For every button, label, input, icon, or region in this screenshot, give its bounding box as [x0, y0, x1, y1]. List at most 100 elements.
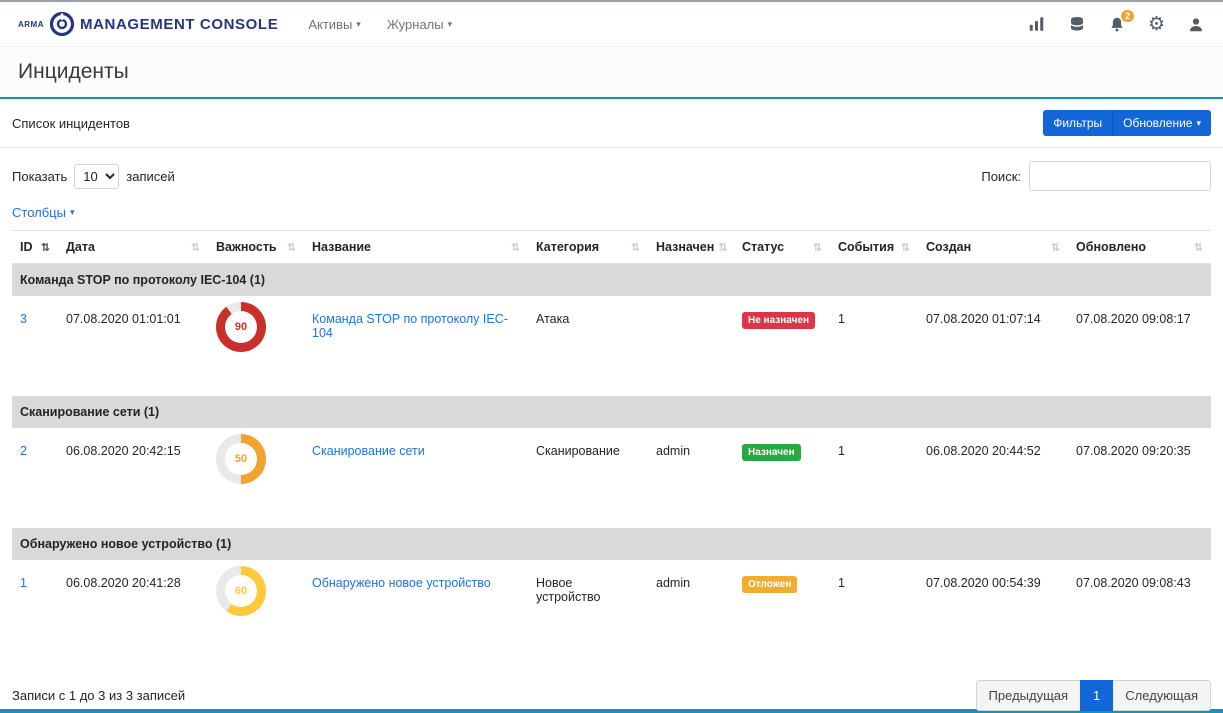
search-input[interactable] — [1029, 161, 1211, 191]
top-navbar: ARMA MANAGEMENT CONSOLE Активы ▾ Журналы… — [0, 2, 1223, 46]
search-label: Поиск: — [981, 169, 1021, 184]
column-header-status[interactable]: Статус⇅ — [734, 231, 830, 264]
severity-donut: 50 — [216, 434, 266, 484]
column-header-created[interactable]: Создан⇅ — [918, 231, 1068, 264]
nav-menu-assets-label: Активы — [308, 17, 352, 32]
sort-icon[interactable]: ⇅ — [1051, 241, 1060, 254]
sort-icon[interactable]: ⇅ — [41, 241, 50, 254]
sort-icon[interactable]: ⇅ — [1194, 241, 1203, 254]
table-row: 1 06.08.2020 20:41:28 60 Обнаружено ново… — [12, 560, 1211, 660]
refresh-dropdown-button[interactable]: Обновление ▾ — [1112, 110, 1211, 136]
incident-assignee: admin — [648, 560, 734, 660]
filters-button-label: Фильтры — [1053, 116, 1102, 130]
severity-donut: 60 — [216, 566, 266, 616]
column-header-date[interactable]: Дата⇅ — [58, 231, 208, 264]
sort-icon[interactable]: ⇅ — [511, 241, 520, 254]
status-badge: Не назначен — [742, 312, 815, 329]
column-header-severity[interactable]: Важность⇅ — [208, 231, 304, 264]
table-header-row: ID⇅ Дата⇅ Важность⇅ Название⇅ Категория⇅… — [12, 231, 1211, 264]
sort-icon[interactable]: ⇅ — [287, 241, 296, 254]
brand-title: MANAGEMENT CONSOLE — [80, 16, 278, 33]
database-icon[interactable] — [1068, 15, 1086, 34]
column-header-name[interactable]: Название⇅ — [304, 231, 528, 264]
group-title: Сканирование сети (1) — [12, 396, 1211, 428]
nav-menu-assets[interactable]: Активы ▾ — [308, 17, 361, 32]
arma-swirl-icon — [49, 11, 75, 37]
incident-name-link[interactable]: Обнаружено новое устройство — [312, 576, 491, 590]
column-header-assignee[interactable]: Назначен⇅ — [648, 231, 734, 264]
nav-menu-journals[interactable]: Журналы ▾ — [387, 17, 452, 32]
incident-updated: 07.08.2020 09:08:43 — [1068, 560, 1211, 660]
page-title: Инциденты — [18, 60, 1205, 84]
records-info: Записи с 1 до 3 из 3 записей — [12, 688, 185, 703]
search-control: Поиск: — [981, 161, 1211, 191]
incident-assignee — [648, 296, 734, 396]
columns-button-label: Столбцы — [12, 205, 66, 220]
nav-menus: Активы ▾ Журналы ▾ — [308, 17, 452, 32]
status-badge: Назначен — [742, 444, 801, 461]
incident-events-count: 1 — [830, 560, 918, 660]
chevron-down-icon: ▾ — [1196, 118, 1201, 129]
page-length-control: Показать 10 записей — [12, 164, 175, 189]
settings-gear-icon[interactable]: ⚙ — [1148, 15, 1165, 34]
navbar-icons: 2 ⚙ — [1027, 15, 1205, 34]
sort-icon[interactable]: ⇅ — [191, 241, 200, 254]
user-profile-icon[interactable] — [1187, 15, 1205, 34]
sort-icon[interactable]: ⇅ — [901, 241, 910, 254]
incident-date: 07.08.2020 01:01:01 — [58, 296, 208, 396]
group-header-row: Обнаружено новое устройство (1) — [12, 528, 1211, 560]
table-row: 3 07.08.2020 01:01:01 90 Команда STOP по… — [12, 296, 1211, 396]
sort-icon[interactable]: ⇅ — [718, 241, 727, 254]
group-title: Обнаружено новое устройство (1) — [12, 528, 1211, 560]
page-length-select[interactable]: 10 — [74, 164, 119, 189]
pagination-next-button[interactable]: Следующая — [1112, 680, 1211, 711]
incidents-table: ID⇅ Дата⇅ Важность⇅ Название⇅ Категория⇅… — [12, 230, 1211, 660]
columns-row: Столбцы ▾ — [0, 195, 1223, 230]
incident-id-link[interactable]: 1 — [20, 576, 27, 590]
incident-name-link[interactable]: Сканирование сети — [312, 444, 425, 458]
incident-updated: 07.08.2020 09:08:17 — [1068, 296, 1211, 396]
notification-count-badge: 2 — [1121, 10, 1134, 23]
chevron-down-icon: ▾ — [448, 19, 453, 30]
severity-donut: 90 — [216, 302, 266, 352]
brand-logo[interactable]: ARMA MANAGEMENT CONSOLE — [18, 11, 278, 37]
incident-assignee: admin — [648, 428, 734, 528]
incident-updated: 07.08.2020 09:20:35 — [1068, 428, 1211, 528]
chevron-down-icon: ▾ — [356, 19, 361, 30]
table-footer: Записи с 1 до 3 из 3 записей Предыдущая … — [0, 660, 1223, 713]
group-header-row: Сканирование сети (1) — [12, 396, 1211, 428]
card-header: Список инцидентов Фильтры Обновление ▾ — [0, 99, 1223, 148]
filters-button[interactable]: Фильтры — [1043, 110, 1112, 136]
show-label: Показать — [12, 169, 67, 184]
notifications-bell-icon[interactable]: 2 — [1108, 15, 1126, 34]
chevron-down-icon: ▾ — [70, 207, 75, 218]
card-title: Список инцидентов — [12, 116, 130, 131]
arma-logo-text: ARMA — [18, 20, 44, 29]
pagination-page-1-button[interactable]: 1 — [1080, 680, 1113, 711]
group-title: Команда STOP по протоколу IEC-104 (1) — [12, 264, 1211, 297]
refresh-button-label: Обновление — [1123, 116, 1192, 130]
incident-id-link[interactable]: 3 — [20, 312, 27, 326]
incident-id-link[interactable]: 2 — [20, 444, 27, 458]
pagination: Предыдущая 1 Следующая — [977, 680, 1211, 711]
analytics-icon[interactable] — [1027, 15, 1046, 33]
sort-icon[interactable]: ⇅ — [813, 241, 822, 254]
sort-icon[interactable]: ⇅ — [631, 241, 640, 254]
column-header-category[interactable]: Категория⇅ — [528, 231, 648, 264]
nav-menu-journals-label: Журналы — [387, 17, 444, 32]
table-row: 2 06.08.2020 20:42:15 50 Сканирование се… — [12, 428, 1211, 528]
incidents-card: Список инцидентов Фильтры Обновление ▾ П… — [0, 99, 1223, 713]
column-header-id[interactable]: ID⇅ — [12, 231, 58, 264]
incident-name-link[interactable]: Команда STOP по протоколу IEC-104 — [312, 312, 508, 340]
column-header-updated[interactable]: Обновлено⇅ — [1068, 231, 1211, 264]
incident-created: 07.08.2020 01:07:14 — [918, 296, 1068, 396]
group-header-row: Команда STOP по протоколу IEC-104 (1) — [12, 264, 1211, 297]
columns-dropdown-button[interactable]: Столбцы ▾ — [12, 205, 75, 220]
incident-date: 06.08.2020 20:42:15 — [58, 428, 208, 528]
entries-label: записей — [126, 169, 174, 184]
column-header-events[interactable]: События⇅ — [830, 231, 918, 264]
pagination-previous-button[interactable]: Предыдущая — [976, 680, 1082, 711]
incident-category: Атака — [528, 296, 648, 396]
page-header: Инциденты — [0, 46, 1223, 99]
incident-events-count: 1 — [830, 296, 918, 396]
